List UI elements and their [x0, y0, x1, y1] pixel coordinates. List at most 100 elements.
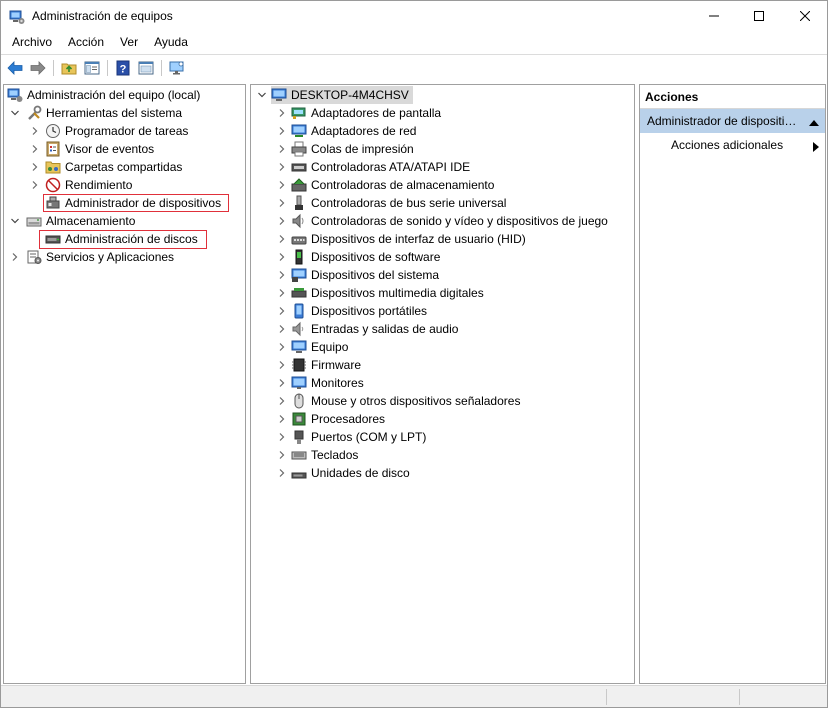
device-category-item[interactable]: Mouse y otros dispositivos señaladores	[291, 392, 520, 410]
device-category-item[interactable]: Equipo	[291, 338, 348, 356]
device-category-item[interactable]: Firmware	[291, 356, 361, 374]
device-category-item[interactable]: Adaptadores de pantalla	[291, 104, 441, 122]
up-folder-button[interactable]	[60, 59, 78, 77]
chevron-right-icon[interactable]	[277, 198, 287, 208]
chevron-right-icon[interactable]	[277, 360, 287, 370]
device-category-label: Dispositivos de interfaz de usuario (HID…	[311, 232, 526, 246]
chevron-right-icon[interactable]	[277, 324, 287, 334]
chevron-right-icon[interactable]	[277, 288, 287, 298]
device-category-item[interactable]: Dispositivos de software	[291, 248, 440, 266]
chevron-right-icon[interactable]	[30, 144, 40, 154]
chevron-right-icon[interactable]	[277, 306, 287, 316]
device-category-item[interactable]: Teclados	[291, 446, 358, 464]
device-category-item[interactable]: Controladoras de sonido y vídeo y dispos…	[291, 212, 608, 230]
chevron-right-icon[interactable]	[277, 216, 287, 226]
device-category-item[interactable]: Dispositivos de interfaz de usuario (HID…	[291, 230, 526, 248]
chevron-right-icon[interactable]	[277, 342, 287, 352]
chevron-right-icon[interactable]	[277, 270, 287, 280]
chevron-right-icon[interactable]	[277, 450, 287, 460]
device-category-item[interactable]: Unidades de disco	[291, 464, 410, 482]
firmware-icon	[291, 357, 307, 373]
software-device-icon	[291, 249, 307, 265]
actions-section-label: Administrador de dispositivos	[647, 114, 802, 128]
speaker-icon	[291, 213, 307, 229]
menu-ayuda[interactable]: Ayuda	[148, 32, 194, 53]
help-button[interactable]: ?	[114, 59, 132, 77]
menu-accion[interactable]: Acción	[62, 32, 110, 53]
toolbar-separator	[107, 60, 108, 76]
tree-item-storage[interactable]: Almacenamiento	[26, 212, 135, 230]
tree-item-services-apps[interactable]: Servicios y Aplicaciones	[26, 248, 174, 266]
device-category-item[interactable]: Puertos (COM y LPT)	[291, 428, 426, 446]
chevron-right-icon[interactable]	[30, 126, 40, 136]
chevron-right-icon[interactable]	[277, 468, 287, 478]
services-icon	[26, 249, 42, 265]
chevron-right-icon[interactable]	[277, 432, 287, 442]
processor-icon	[291, 411, 307, 427]
chevron-right-icon[interactable]	[30, 162, 40, 172]
chevron-right-icon[interactable]	[277, 414, 287, 424]
device-tree-root[interactable]: DESKTOP-4M4CHSV	[271, 86, 413, 104]
monitor-icon	[169, 61, 184, 75]
properties-button[interactable]	[137, 59, 155, 77]
chevron-right-icon[interactable]	[277, 180, 287, 190]
tree-item-performance[interactable]: Rendimiento	[45, 176, 132, 194]
device-category-item[interactable]: Controladoras de almacenamiento	[291, 176, 494, 194]
chevron-right-icon[interactable]	[277, 234, 287, 244]
performance-icon	[45, 177, 61, 193]
chevron-down-icon[interactable]	[257, 90, 267, 100]
maximize-button[interactable]	[736, 1, 782, 31]
chevron-down-icon[interactable]	[10, 216, 20, 226]
device-category-label: Teclados	[311, 448, 359, 462]
chevron-down-icon[interactable]	[10, 108, 20, 118]
chevron-right-icon[interactable]	[277, 108, 287, 118]
menu-ver[interactable]: Ver	[114, 32, 144, 53]
computer-icon	[271, 87, 287, 103]
highlight-box	[43, 194, 229, 212]
device-category-item[interactable]: Dispositivos del sistema	[291, 266, 439, 284]
device-category-item[interactable]: Entradas y salidas de audio	[291, 320, 458, 338]
chevron-right-icon[interactable]	[277, 126, 287, 136]
hid-icon	[291, 231, 307, 247]
chevron-right-icon[interactable]	[277, 378, 287, 388]
device-category-label: Dispositivos de software	[311, 250, 441, 264]
device-category-item[interactable]: Dispositivos portátiles	[291, 302, 427, 320]
show-hide-tree-button[interactable]	[83, 59, 101, 77]
back-button[interactable]	[6, 59, 24, 77]
tree-item-task-scheduler[interactable]: Programador de tareas	[45, 122, 188, 140]
chevron-right-icon[interactable]	[277, 396, 287, 406]
device-category-label: Firmware	[311, 358, 361, 372]
close-button[interactable]	[782, 1, 828, 31]
device-category-item[interactable]: Procesadores	[291, 410, 385, 428]
device-category-label: Dispositivos del sistema	[311, 268, 440, 282]
tree-item-event-viewer[interactable]: Visor de eventos	[45, 140, 154, 158]
ide-controller-icon	[291, 159, 307, 175]
chevron-right-icon[interactable]	[277, 144, 287, 154]
device-category-label: Controladoras de almacenamiento	[311, 178, 495, 192]
menu-archivo[interactable]: Archivo	[6, 32, 58, 53]
device-category-item[interactable]: Dispositivos multimedia digitales	[291, 284, 484, 302]
status-bar	[1, 685, 827, 707]
device-category-item[interactable]: Monitores	[291, 374, 364, 392]
device-category-item[interactable]: Controladoras ATA/ATAPI IDE	[291, 158, 470, 176]
device-category-label: Puertos (COM y LPT)	[311, 430, 427, 444]
actions-section-device-manager[interactable]: Administrador de dispositivos	[640, 109, 825, 133]
device-category-item[interactable]: Controladoras de bus serie universal	[291, 194, 506, 212]
chevron-right-icon[interactable]	[30, 180, 40, 190]
chevron-right-icon[interactable]	[277, 162, 287, 172]
tree-item-system-tools[interactable]: Herramientas del sistema	[26, 104, 182, 122]
forward-button[interactable]	[29, 59, 47, 77]
minimize-button[interactable]	[691, 1, 737, 31]
chevron-right-icon[interactable]	[10, 252, 20, 262]
device-category-label: Equipo	[311, 340, 349, 354]
tree-item-root[interactable]: Administración del equipo (local)	[7, 86, 200, 104]
device-category-item[interactable]: Adaptadores de red	[291, 122, 416, 140]
scan-hardware-button[interactable]	[168, 59, 186, 77]
tree-item-shared-folders[interactable]: Carpetas compartidas	[45, 158, 182, 176]
collapse-up-icon[interactable]	[809, 116, 819, 130]
chevron-right-icon[interactable]	[277, 252, 287, 262]
more-actions-link[interactable]: Acciones adicionales	[671, 138, 783, 152]
display-adapter-icon	[291, 105, 307, 121]
actions-pane: Acciones Administrador de dispositivos A…	[639, 84, 826, 684]
device-category-item[interactable]: Colas de impresión	[291, 140, 414, 158]
